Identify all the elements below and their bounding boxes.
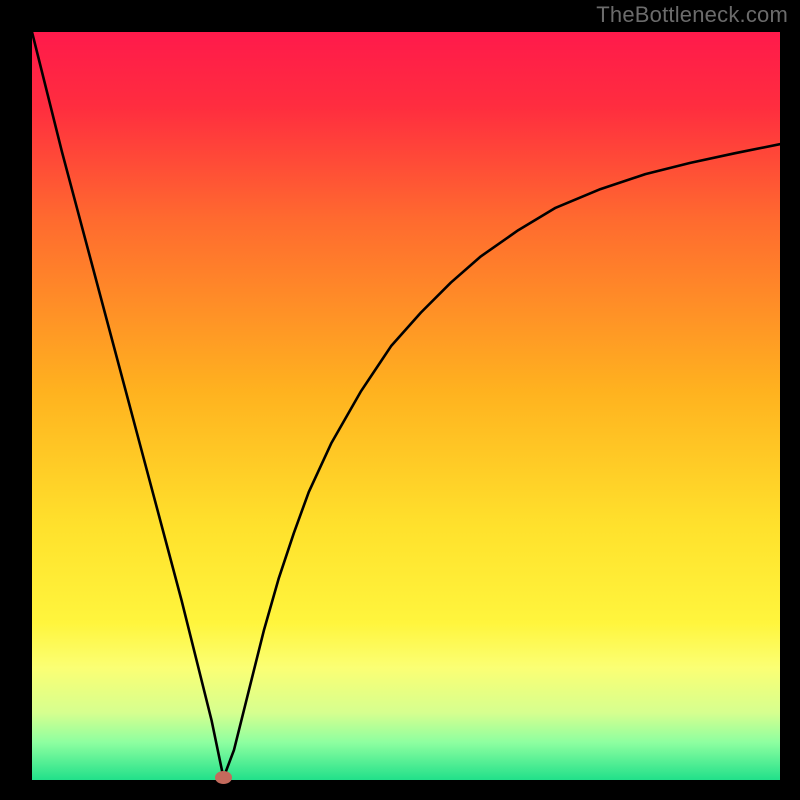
plot-area [32,32,780,780]
series-bottleneck-curve [32,32,780,778]
minimum-marker [215,771,233,784]
chart-frame: TheBottleneck.com [0,0,800,800]
watermark-text: TheBottleneck.com [596,2,788,28]
chart-svg [32,32,780,780]
